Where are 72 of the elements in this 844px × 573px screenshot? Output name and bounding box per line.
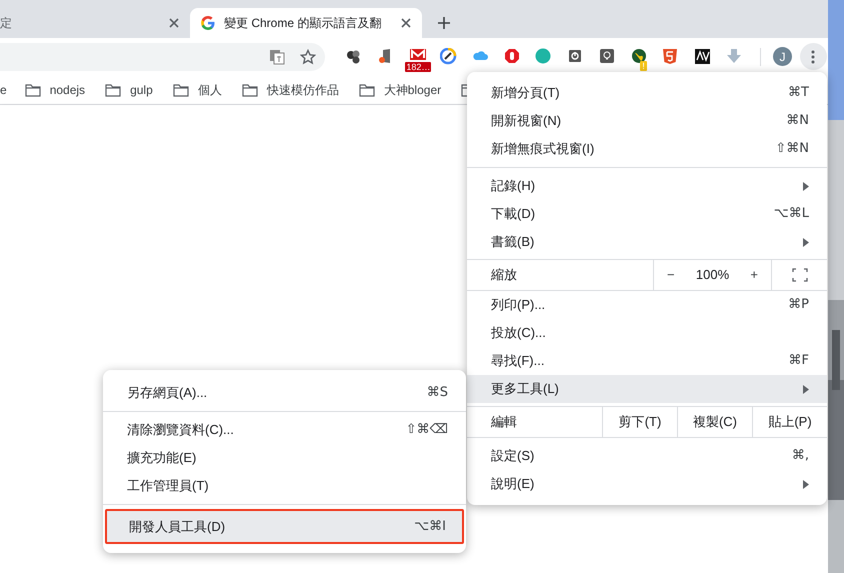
shortcut-label: ⌘P — [788, 296, 809, 314]
browser-tab[interactable]: 變更 Chrome 的顯示語言及翻 — [190, 8, 422, 38]
folder-icon — [358, 82, 375, 96]
menu-item[interactable]: 書籤(B) — [467, 228, 827, 256]
submenu-arrow-icon — [803, 182, 809, 190]
folder-icon — [24, 82, 41, 96]
menu-item[interactable]: 下載(D) ⌥⌘L — [467, 200, 827, 228]
zoom-in-button[interactable]: + — [750, 265, 758, 285]
menu-item[interactable]: 開新視窗(N) ⌘N — [467, 107, 827, 135]
shortcut-label: ⌘T — [788, 84, 809, 102]
shortcut-label: ⌘S — [426, 384, 448, 402]
menu-item[interactable]: 工作管理員(T) — [103, 472, 466, 500]
new-tab-icon[interactable] — [437, 16, 451, 30]
close-icon[interactable] — [400, 17, 412, 29]
menu-item[interactable]: 記錄(H) — [467, 172, 827, 200]
fullscreen-icon[interactable] — [792, 268, 808, 282]
zoom-level: 100% — [696, 266, 730, 284]
spheres-icon[interactable] — [345, 48, 362, 65]
shortcut-label: ⇧⌘N — [775, 140, 809, 158]
shortcut-label: ⇧⌘⌫ — [406, 421, 448, 440]
circle-icon[interactable] — [535, 48, 552, 65]
globe-icon[interactable] — [630, 48, 648, 65]
shortcut-label: ⌘N — [786, 112, 809, 130]
menu-icon — [811, 50, 816, 64]
menu-item[interactable]: 列印(P)... ⌘P — [467, 291, 827, 319]
bookmark[interactable]: 個人 — [164, 78, 230, 102]
star-icon[interactable] — [300, 48, 316, 64]
tab-title: 變更 Chrome 的顯示語言及翻 — [224, 15, 382, 32]
translate-icon[interactable] — [269, 48, 285, 64]
bookmark[interactable]: 大神bloger — [350, 78, 450, 102]
bookmark[interactable]: 快速模仿作品 — [234, 78, 347, 102]
menu-item[interactable]: 更多工具(L) — [467, 375, 827, 403]
extension-badge: ! — [640, 60, 647, 70]
menu-item[interactable]: 投放(C)... — [467, 319, 827, 347]
bookmark[interactable]: nodejs — [16, 78, 94, 102]
menu-label: 編輯 — [490, 413, 518, 432]
tab-title: 定 — [0, 15, 13, 32]
menu-item[interactable]: 新增無痕式視窗(I) ⇧⌘N — [467, 135, 827, 163]
menu-item[interactable]: 擴充功能(E) — [103, 444, 466, 472]
menu-button[interactable] — [800, 43, 827, 70]
bookmark[interactable]: e — [0, 78, 7, 102]
zoom-out-button[interactable]: − — [667, 265, 675, 285]
folder-icon — [105, 82, 122, 96]
menu-item[interactable]: 設定(S) ⌘, — [467, 442, 827, 470]
menu-item[interactable]: 另存網頁(A)... ⌘S — [103, 379, 466, 407]
menu-item[interactable]: 新增分頁(T) ⌘T — [467, 79, 827, 107]
shortcut-label: ⌘, — [792, 447, 809, 466]
letter-logo-icon[interactable] — [694, 48, 711, 65]
shortcut-label: ⌥⌘L — [774, 205, 809, 224]
bookmark[interactable]: gulp — [97, 78, 161, 102]
menu-item[interactable]: 清除瀏覽資料(C)... ⇧⌘⌫ — [103, 416, 466, 444]
lightbulb-icon[interactable] — [598, 48, 616, 65]
menu-item[interactable]: 開發人員工具(D) ⌥⌘I — [107, 511, 462, 542]
folder-icon — [242, 82, 258, 96]
menu-label: 縮放 — [490, 266, 518, 284]
close-icon[interactable] — [168, 17, 180, 29]
g-logo-icon — [200, 15, 216, 31]
submenu-arrow-icon — [803, 384, 809, 394]
shortcut-label: ⌥⌘I — [414, 518, 446, 536]
avatar[interactable]: J — [772, 47, 792, 66]
submenu-arrow-icon — [803, 238, 809, 246]
extension-badge: 182… — [405, 62, 432, 72]
shortcut-label: ⌘F — [788, 352, 809, 370]
browser-tab[interactable]: 定 — [0, 8, 190, 38]
menu-item[interactable]: 說明(E) — [467, 470, 827, 498]
edit-button[interactable]: 剪下(T) — [602, 407, 677, 437]
shield-icon[interactable] — [662, 48, 680, 65]
submenu-arrow-icon — [803, 480, 809, 488]
menu-item[interactable]: 尋找(F)... ⌘F — [467, 347, 827, 375]
edit-button[interactable]: 複製(C) — [677, 407, 752, 437]
folder-icon — [172, 82, 189, 96]
edit-button[interactable]: 貼上(P) — [752, 407, 827, 437]
